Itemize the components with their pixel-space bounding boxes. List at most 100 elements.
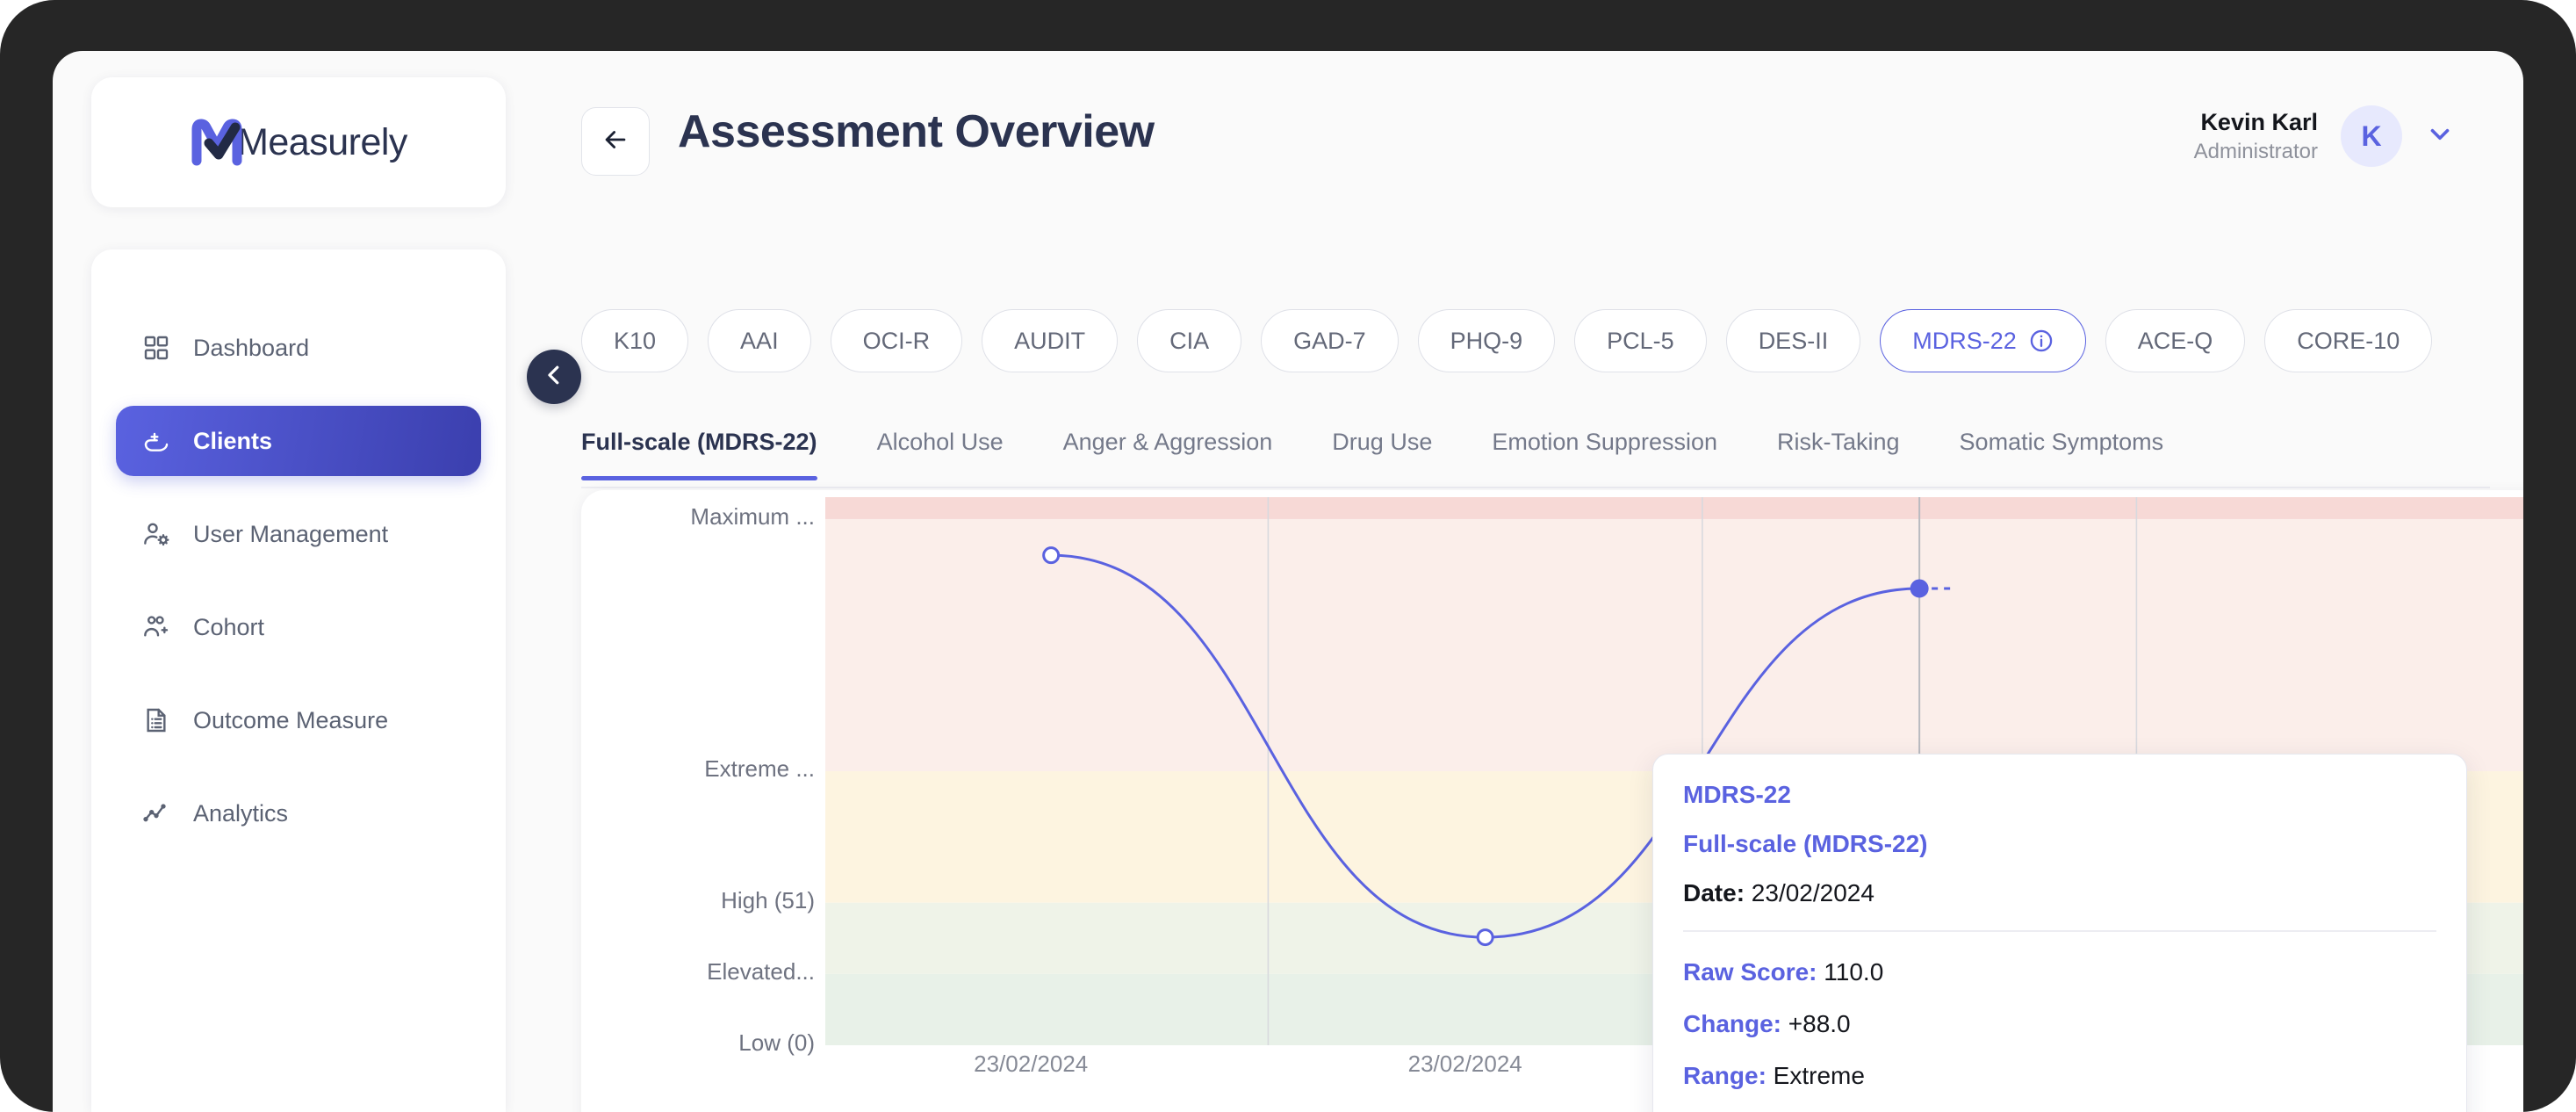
app-window: Measurely Dashboard Clients User Managem… — [53, 51, 2523, 1112]
tooltip-row: Change: +88.0 — [1683, 1010, 2436, 1038]
chevron-left-icon — [541, 362, 567, 393]
assessment-pill-label: GAD-7 — [1293, 327, 1366, 354]
assessment-pill-label: AAI — [740, 327, 779, 354]
sidebar-item-label: User Management — [193, 520, 389, 547]
sidebar-item-user-management[interactable]: User Management — [116, 499, 481, 569]
tab-somatic-symptoms[interactable]: Somatic Symptoms — [1930, 429, 2194, 479]
tooltip-row-value: +88.0 — [1781, 1009, 1851, 1037]
page-title: Assessment Overview — [678, 106, 1155, 157]
chart-band-maximum — [825, 497, 2523, 519]
brand-logo[interactable]: Measurely — [91, 77, 506, 207]
tooltip-divider — [1683, 930, 2436, 932]
x-axis-tick-label: 23/02/2024 — [974, 1051, 1089, 1077]
sidebar-nav: Dashboard Clients User Management Cohort… — [91, 249, 506, 1112]
user-gear-icon — [142, 520, 170, 548]
sidebar-item-label: Dashboard — [193, 334, 310, 361]
tab-emotion-suppression[interactable]: Emotion Suppression — [1462, 429, 1747, 479]
assessment-pill-label: PCL-5 — [1607, 327, 1674, 354]
chevron-down-icon[interactable] — [2425, 119, 2455, 154]
tab-anger-aggression[interactable]: Anger & Aggression — [1033, 429, 1303, 479]
tab-drug-use[interactable]: Drug Use — [1302, 429, 1462, 479]
sidebar-item-label: Clients — [193, 427, 273, 454]
chart-data-point[interactable] — [1476, 928, 1494, 947]
sidebar-item-dashboard[interactable]: Dashboard — [116, 313, 481, 383]
sidebar-item-outcome-measure[interactable]: Outcome Measure — [116, 685, 481, 755]
y-axis-tick-label: Maximum ... — [690, 502, 815, 530]
info-icon[interactable] — [2029, 329, 2054, 353]
sidebar-item-analytics[interactable]: Analytics — [116, 778, 481, 848]
assessment-pill-oci-r[interactable]: OCI-R — [830, 309, 963, 372]
page-header: Assessment Overview Kevin Karl Administr… — [544, 51, 2523, 227]
assessment-pill-audit[interactable]: AUDIT — [982, 309, 1119, 372]
sidebar-item-label: Analytics — [193, 799, 289, 827]
sidebar-item-label: Cohort — [193, 613, 265, 640]
tab-alcohol-use[interactable]: Alcohol Use — [847, 429, 1033, 479]
tooltip-row-key: Range: — [1683, 1061, 1767, 1089]
chart-tooltip: MDRS-22 Full-scale (MDRS-22) Date: 23/02… — [1652, 754, 2467, 1112]
chart-data-point[interactable] — [1042, 546, 1061, 565]
assessment-pill-label: CORE-10 — [2297, 327, 2400, 354]
tooltip-row-key: Change: — [1683, 1009, 1781, 1037]
assessment-pill-label: ACE-Q — [2137, 327, 2213, 354]
subscale-tab-list: Full-scale (MDRS-22) Alcohol Use Anger & A… — [581, 429, 2490, 488]
assessment-pill-ace-q[interactable]: ACE-Q — [2105, 309, 2246, 372]
assessment-pill-cia[interactable]: CIA — [1137, 309, 1242, 372]
tooltip-date-value: 23/02/2024 — [1751, 879, 1874, 906]
tooltip-date: Date: 23/02/2024 — [1683, 879, 2436, 907]
chart-data-point[interactable] — [1910, 579, 1929, 598]
grid-icon — [142, 334, 170, 362]
assessment-pill-pcl-5[interactable]: PCL-5 — [1574, 309, 1707, 372]
user-name: Kevin Karl — [2200, 108, 2318, 135]
user-menu[interactable]: Kevin Karl Administrator K — [2194, 105, 2455, 167]
user-role: Administrator — [2193, 140, 2318, 164]
tooltip-row-value: Extreme — [1766, 1061, 1865, 1089]
chart-card: Maximum ... Extreme ... High (51) Elevated.… — [581, 490, 2523, 1112]
main-content: Assessment Overview Kevin Karl Administr… — [544, 51, 2523, 1112]
assessment-pill-k10[interactable]: K10 — [581, 309, 689, 372]
brand-name: Measurely — [237, 120, 407, 163]
measurely-logo-icon — [190, 117, 244, 168]
x-axis-tick-label: 23/02/2024 — [1407, 1051, 1522, 1077]
tooltip-metric-list: Raw Score: 110.0 Change: +88.0 Range: Extr… — [1683, 958, 2436, 1112]
sidebar-item-label: Outcome Measure — [193, 706, 389, 733]
sidebar-item-cohort[interactable]: Cohort — [116, 592, 481, 662]
assessment-pill-core-10[interactable]: CORE-10 — [2264, 309, 2433, 372]
tab-full-scale-mdrs-22[interactable]: Full-scale (MDRS-22) — [581, 429, 847, 480]
assessment-pill-label: PHQ-9 — [1450, 327, 1523, 354]
assessment-pill-label: K10 — [614, 327, 657, 354]
arrow-left-icon — [601, 125, 630, 159]
avatar[interactable]: K — [2341, 105, 2402, 167]
y-axis-tick-label: Extreme ... — [704, 755, 815, 782]
users-plus-icon — [142, 613, 170, 641]
assessment-pill-label: CIA — [1169, 327, 1210, 354]
tooltip-row: Raw Score: 110.0 — [1683, 958, 2436, 986]
assessment-pill-phq-9[interactable]: PHQ-9 — [1417, 309, 1556, 372]
tooltip-subtitle: Full-scale (MDRS-22) — [1683, 830, 1928, 857]
tooltip-row-key: Raw Score: — [1683, 957, 1817, 986]
assessment-pill-label: AUDIT — [1014, 327, 1086, 354]
y-axis-tick-label: High (51) — [721, 886, 815, 913]
sidebar-item-clients[interactable]: Clients — [116, 406, 481, 476]
assessment-pill-label: MDRS-22 — [1912, 327, 2017, 354]
back-button[interactable] — [581, 107, 650, 176]
assessment-pill-label: DES-II — [1758, 327, 1829, 354]
tooltip-date-key: Date: — [1683, 879, 1745, 906]
document-list-icon — [142, 706, 170, 734]
tab-risk-taking[interactable]: Risk-Taking — [1747, 429, 1930, 479]
y-axis-tick-label: Elevated... — [707, 957, 815, 985]
y-axis-tick-label: Low (0) — [738, 1029, 815, 1056]
assessment-pill-des-ii[interactable]: DES-II — [1725, 309, 1861, 372]
device-frame: Measurely Dashboard Clients User Managem… — [0, 0, 2576, 1112]
assessment-pill-gad-7[interactable]: GAD-7 — [1261, 309, 1399, 372]
sidebar-collapse-button[interactable] — [527, 350, 581, 404]
sidebar: Measurely Dashboard Clients User Managem… — [53, 51, 581, 1112]
line-chart-icon — [142, 799, 170, 827]
assessment-pill-label: OCI-R — [862, 327, 931, 354]
assessment-pill-aai[interactable]: AAI — [708, 309, 811, 372]
assessment-pill-list: K10 AAI OCI-R AUDIT CIA GAD-7 PHQ-9 PCL-5 DES-II… — [581, 309, 2433, 372]
tooltip-row-value: 110.0 — [1817, 957, 1884, 986]
tooltip-title: MDRS-22 — [1683, 781, 1791, 808]
tooltip-row: Range: Extreme — [1683, 1062, 2436, 1090]
assessment-pill-mdrs-22[interactable]: MDRS-22 — [1880, 309, 2086, 372]
hand-plus-icon — [142, 427, 170, 455]
